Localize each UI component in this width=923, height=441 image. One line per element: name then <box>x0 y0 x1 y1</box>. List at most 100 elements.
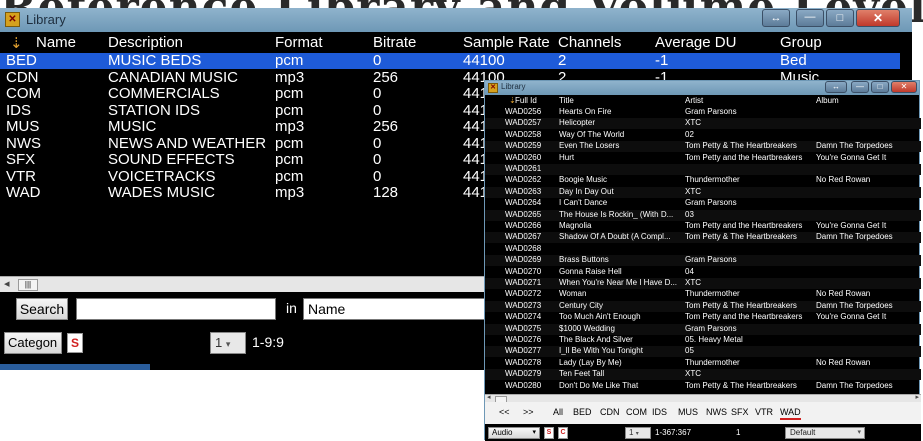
column-header-cell[interactable]: Channels <box>558 34 621 51</box>
table-row[interactable]: WAD0265 The House Is Rockin_ (With D... 03 <box>485 209 921 221</box>
chevron-down-icon: ▾ <box>225 339 231 349</box>
table-cell: Lady (Lay By Me) <box>559 357 622 367</box>
table-cell: WAD0266 <box>505 221 542 230</box>
tab-mus[interactable]: MUS <box>678 407 698 417</box>
table-cell: XTC <box>685 118 701 128</box>
table-row[interactable]: WAD0278 Lady (Lay By Me) Thundermother No R… <box>485 358 921 369</box>
table-row[interactable]: WAD0260 Hurt Tom Petty and the Heartbreake… <box>485 153 921 164</box>
table-cell: WAD0262 <box>505 175 542 185</box>
column-header-cell[interactable]: Title <box>559 96 574 105</box>
table-cell: Century City <box>559 300 604 310</box>
column-header-cell[interactable]: Bitrate <box>373 34 416 51</box>
table-cell: WAD0256 <box>505 107 542 116</box>
chevron-down-icon: ▾ <box>635 431 639 437</box>
s-button[interactable]: S <box>67 333 83 353</box>
restore-arrows-button[interactable]: ↔ <box>762 9 790 27</box>
close-button[interactable]: ✕ <box>856 9 900 27</box>
page-select[interactable]: 1 ▾ <box>210 332 246 354</box>
scroll-left-icon[interactable]: ◂ <box>487 393 491 401</box>
column-header-cell[interactable]: Group <box>780 34 822 51</box>
scroll-thumb[interactable]: ||| <box>18 279 38 291</box>
tab-next[interactable]: >> <box>523 407 534 417</box>
main-horizontal-scrollbar[interactable]: ◂ ||| <box>0 276 500 292</box>
table-row[interactable]: WAD0270 Gonna Raise Hell 04 <box>485 267 921 278</box>
table-cell: CDN <box>6 68 39 86</box>
main-titlebar[interactable]: ✕ Library ↔ — □ ✕ <box>0 8 912 32</box>
table-cell: 0 <box>373 85 382 102</box>
table-cell: Damn The Torpedoes <box>816 232 893 242</box>
table-row[interactable]: WAD0262 Boogie Music Thundermother No Red R… <box>485 175 921 186</box>
table-row[interactable]: WAD0273 Century City Tom Petty & The Heart… <box>485 300 921 312</box>
profile-select[interactable]: Default ▾ <box>785 427 865 439</box>
tab-ids[interactable]: IDS <box>652 407 667 417</box>
table-row[interactable]: WAD0279 Ten Feet Tall XTC <box>485 369 921 381</box>
in-label: in <box>286 300 297 316</box>
column-header-cell[interactable]: Sample Rate <box>463 34 550 51</box>
table-cell: Don't Do Me Like That <box>559 380 639 390</box>
maximize-button[interactable]: □ <box>826 9 854 27</box>
tab-all[interactable]: All <box>553 407 563 417</box>
sub-titlebar[interactable]: ✕ Library ↔ — □ ✕ <box>485 81 919 95</box>
scroll-right-icon[interactable]: ▸ <box>915 393 919 401</box>
table-row[interactable]: BED MUSIC BEDS pcm 0 44100 2 -1 Bed <box>0 52 900 69</box>
table-row[interactable]: WAD0272 Woman Thundermother No Red Rowan <box>485 289 921 300</box>
table-row[interactable]: WAD0274 Too Much Ain't Enough Tom Petty an… <box>485 312 921 323</box>
tab-vtr[interactable]: VTR <box>755 407 773 417</box>
tab-prev[interactable]: << <box>499 407 510 417</box>
table-row[interactable]: WAD0276 The Black And Silver 05. Heavy Met… <box>485 335 921 346</box>
table-row[interactable]: WAD0271 When You're Near Me I Have D... XT… <box>485 278 921 289</box>
tab-wad[interactable]: WAD <box>780 407 801 420</box>
s-button[interactable]: S <box>544 427 554 439</box>
minimize-button[interactable]: — <box>796 9 824 27</box>
search-field-select[interactable]: Name <box>303 298 493 320</box>
column-header-cell[interactable]: Artist <box>685 96 703 105</box>
column-header-cell[interactable]: Average DU <box>655 34 736 51</box>
page-select[interactable]: 1 ▾ <box>625 427 651 439</box>
tab-com[interactable]: COM <box>626 407 647 417</box>
table-cell: 02 <box>685 129 694 139</box>
table-row[interactable]: WAD0261 <box>485 164 921 175</box>
tab-bed[interactable]: BED <box>573 407 592 417</box>
restore-arrows-button[interactable]: ↔ <box>825 81 847 93</box>
table-cell: COM <box>6 85 41 102</box>
table-row[interactable]: WAD0275 $1000 Wedding Gram Parsons <box>485 323 921 335</box>
tab-nws[interactable]: NWS <box>706 407 727 417</box>
category-select[interactable]: Audio ▾ <box>488 427 540 439</box>
maximize-button[interactable]: □ <box>871 81 889 93</box>
search-field-value: Name <box>308 301 346 317</box>
table-row[interactable]: WAD0280 Don't Do Me Like That Tom Petty & … <box>485 381 921 392</box>
table-row[interactable]: WAD0269 Brass Buttons Gram Parsons <box>485 255 921 267</box>
table-row[interactable]: WAD0266 Magnolia Tom Petty and the Heartbr… <box>485 221 921 232</box>
tab-cdn[interactable]: CDN <box>600 407 620 417</box>
table-row[interactable]: WAD0263 Day In Day Out XTC <box>485 186 921 198</box>
scroll-left-icon[interactable]: ◂ <box>4 277 10 290</box>
column-header-cell[interactable]: Full Id <box>515 96 537 105</box>
minimize-button[interactable]: — <box>851 81 869 93</box>
column-header-cell[interactable]: Name <box>36 34 76 51</box>
page-select-value: 1 <box>629 428 634 437</box>
table-cell: Gram Parsons <box>685 255 737 265</box>
table-row[interactable]: WAD0267 Shadow Of A Doubt (A Compl... Tom … <box>485 232 921 244</box>
search-input[interactable] <box>76 298 276 320</box>
app-icon: ✕ <box>488 83 498 93</box>
sub-table-body: WAD0256 Hearts On Fire Gram Parsons WAD0257… <box>485 107 921 397</box>
table-cell: WAD0278 <box>505 357 542 367</box>
search-button[interactable]: Search <box>16 298 68 320</box>
column-header-cell[interactable]: Album <box>816 96 839 105</box>
c-button[interactable]: C <box>558 427 568 439</box>
close-button[interactable]: ✕ <box>891 81 917 93</box>
category-select[interactable]: Categon ▾ <box>4 332 62 369</box>
table-row[interactable]: WAD0256 Hearts On Fire Gram Parsons <box>485 107 921 118</box>
table-row[interactable]: WAD0264 I Can't Dance Gram Parsons <box>485 198 921 209</box>
tab-sfx[interactable]: SFX <box>731 407 749 417</box>
sub-horizontal-scrollbar[interactable]: ◂ ▸ <box>485 393 921 403</box>
column-header-cell[interactable]: Description <box>108 34 183 51</box>
table-row[interactable]: WAD0258 Way Of The World 02 <box>485 130 921 141</box>
table-cell: Even The Losers <box>559 141 620 151</box>
table-row[interactable]: WAD0268 <box>485 244 921 255</box>
table-row[interactable]: WAD0257 Helicopter XTC <box>485 118 921 130</box>
table-row[interactable]: WAD0277 I_ll Be With You Tonight 05 <box>485 346 921 358</box>
column-header-cell[interactable]: Format <box>275 34 323 51</box>
table-row[interactable]: WAD0259 Even The Losers Tom Petty & The He… <box>485 141 921 153</box>
app-icon: ✕ <box>5 12 20 27</box>
